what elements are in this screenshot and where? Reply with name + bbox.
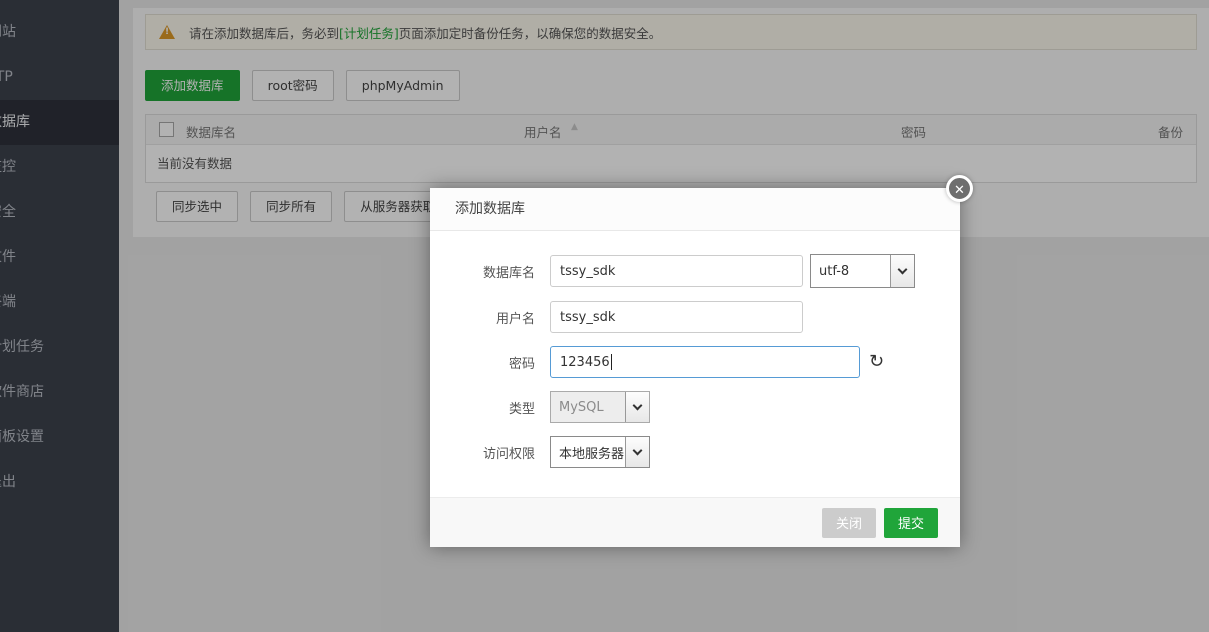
- password-input[interactable]: 123456: [550, 346, 860, 378]
- regenerate-password-icon[interactable]: ↻: [869, 353, 884, 371]
- charset-select[interactable]: utf-8: [810, 254, 915, 288]
- modal-footer: 关闭 提交: [430, 497, 960, 547]
- form-row-access: 访问权限 本地服务器: [430, 436, 960, 468]
- db-type-select: MySQL: [550, 391, 650, 423]
- type-label: 类型: [430, 398, 535, 417]
- chevron-down-icon: [625, 437, 649, 467]
- modal-body: 数据库名 utf-8 用户名 密码 123456 ↻: [430, 231, 960, 468]
- modal-submit-button[interactable]: 提交: [884, 508, 938, 538]
- form-row-type: 类型 MySQL: [430, 391, 960, 423]
- dbname-input[interactable]: [550, 255, 803, 287]
- form-row-username: 用户名: [430, 301, 960, 333]
- text-caret: [611, 354, 612, 370]
- form-row-dbname: 数据库名 utf-8: [430, 254, 960, 288]
- chevron-down-icon: [890, 255, 914, 287]
- access-select[interactable]: 本地服务器: [550, 436, 650, 468]
- dbname-label: 数据库名: [430, 262, 535, 281]
- username-label: 用户名: [430, 308, 535, 327]
- modal-title: 添加数据库: [430, 188, 960, 231]
- access-label: 访问权限: [430, 443, 535, 462]
- add-database-modal: ✕ 添加数据库 数据库名 utf-8 用户名 密码 123456: [430, 188, 960, 547]
- username-input[interactable]: [550, 301, 803, 333]
- modal-close-icon[interactable]: ✕: [946, 175, 973, 202]
- form-row-password: 密码 123456 ↻: [430, 346, 960, 378]
- password-label: 密码: [430, 353, 535, 372]
- modal-close-button[interactable]: 关闭: [822, 508, 876, 538]
- chevron-down-icon: [625, 392, 649, 422]
